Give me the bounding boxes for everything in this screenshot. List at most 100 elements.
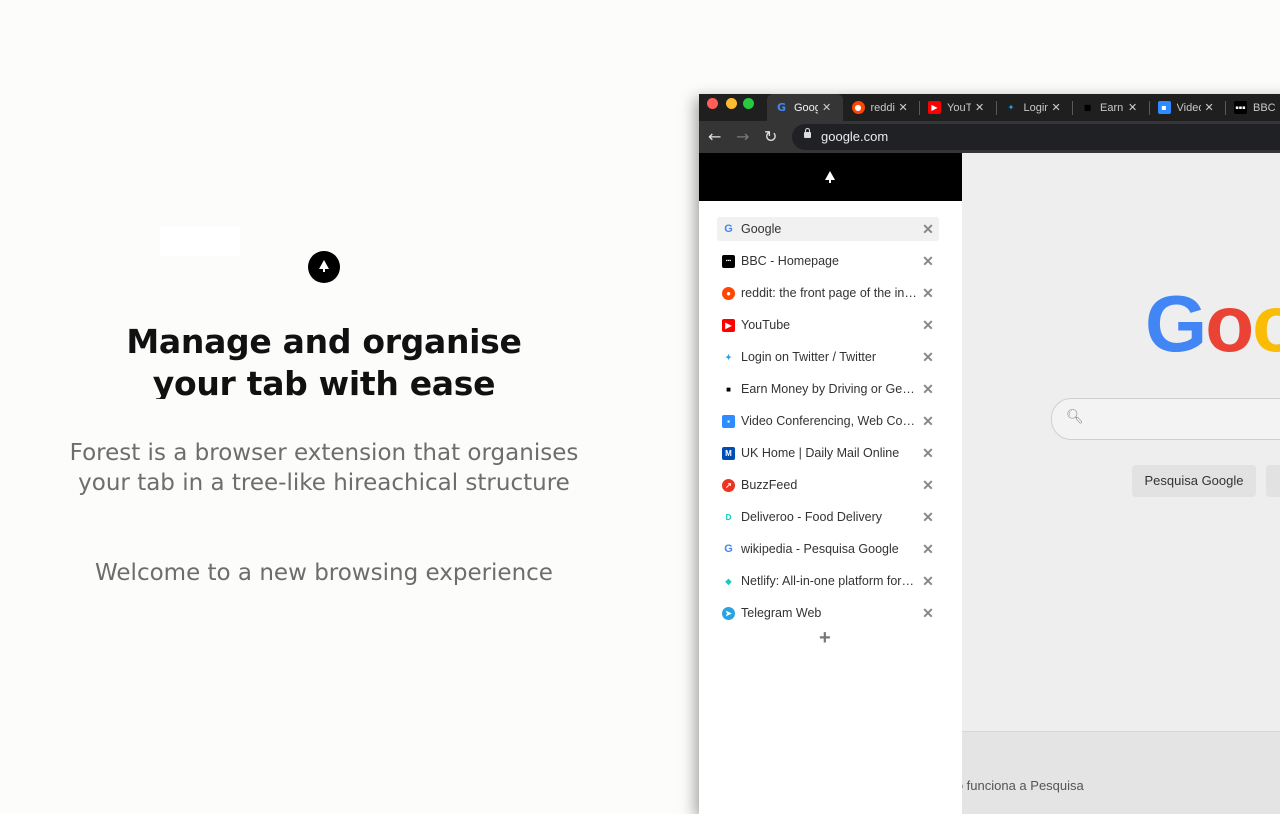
youtube-icon: ▶ xyxy=(722,318,735,332)
close-icon[interactable]: ✕ xyxy=(921,349,935,366)
tab-close-icon[interactable]: ✕ xyxy=(899,101,908,114)
browser-tab[interactable]: G Google ✕ xyxy=(767,94,843,121)
tab-separator xyxy=(1148,101,1150,115)
forest-header xyxy=(699,153,962,201)
tree-item[interactable]: M UK Home | Daily Mail Online ✕ xyxy=(717,437,939,469)
tab-tree: G Google ✕ ▪▪▪ BBC - Homepage ✕ ● reddit: the f… xyxy=(717,213,939,629)
browser-tab[interactable]: ■ Earn Money ✕ xyxy=(1073,94,1149,121)
intro-panel: Manage and organise your tab with ease F… xyxy=(0,0,648,800)
close-window-button[interactable] xyxy=(707,98,718,109)
tab-separator xyxy=(1225,101,1226,115)
tree-item[interactable]: ▪ Video Conferencing, Web Conferencing | … xyxy=(717,405,939,437)
tab-close-icon[interactable]: ✕ xyxy=(1205,101,1214,114)
tree-item-label: Netlify: All-in-one platform for automat… xyxy=(741,574,917,588)
tab-close-icon[interactable]: ✕ xyxy=(1052,101,1061,114)
tree-item[interactable]: D Deliveroo - Food Delivery ✕ xyxy=(717,501,939,533)
browser-tab[interactable]: ▪ Video Conferencing ✕ xyxy=(1150,94,1226,121)
twitter-icon: ✦ xyxy=(1007,103,1015,112)
close-icon[interactable]: ✕ xyxy=(921,477,935,494)
browser-tab-label: Video Conferencing xyxy=(1176,101,1201,114)
lucky-button[interactable] xyxy=(1266,465,1280,497)
close-icon[interactable]: ✕ xyxy=(921,413,935,430)
browser-tab-label: BBC xyxy=(1253,101,1276,114)
tree-item-label: Earn Money by Driving or Get a Ride Now … xyxy=(741,382,917,396)
tree-item[interactable]: G Google ✕ xyxy=(717,213,939,245)
google-icon: G xyxy=(724,223,733,235)
browser-tab[interactable]: ▪▪▪ BBC xyxy=(1226,94,1280,121)
tree-item-label: Deliveroo - Food Delivery xyxy=(741,510,883,524)
forest-panel: G Google ✕ ▪▪▪ BBC - Homepage ✕ ● reddit: the f… xyxy=(699,153,962,814)
browser-tab-label: Earn Money xyxy=(1100,101,1124,114)
tab-separator xyxy=(995,101,997,115)
buzzfeed-icon: ↗ xyxy=(722,478,735,492)
tab-separator xyxy=(1072,101,1073,115)
google-search-button[interactable]: Pesquisa Google xyxy=(1132,465,1256,497)
browser-tab[interactable]: ▶ YouTube ✕ xyxy=(920,94,996,121)
address-url[interactable]: google.com xyxy=(821,129,888,144)
bbc-icon: ▪▪▪ xyxy=(722,254,735,268)
browser-tab[interactable]: ✦ Login on Twitter ✕ xyxy=(997,94,1073,121)
close-icon[interactable]: ✕ xyxy=(921,253,935,270)
tree-icon xyxy=(308,251,340,283)
youtube-icon: ▶ xyxy=(928,101,941,114)
dailymail-icon: M xyxy=(722,446,735,460)
close-icon[interactable]: ✕ xyxy=(921,445,935,462)
google-logo: Goo xyxy=(1145,279,1280,368)
close-icon[interactable]: ✕ xyxy=(921,285,935,302)
tree-item-label: YouTube xyxy=(741,318,791,332)
google-search-input[interactable]: 🔍︎ xyxy=(1051,398,1280,440)
lock-icon xyxy=(804,128,811,138)
tree-item-label: Telegram Web xyxy=(741,606,822,620)
browser-toolbar: ← → ↻ google.com xyxy=(699,121,1280,153)
faded-logo xyxy=(160,226,240,256)
reload-icon[interactable]: ↻ xyxy=(764,127,777,146)
close-icon[interactable]: ✕ xyxy=(921,381,935,398)
tree-item[interactable]: ■ Earn Money by Driving or Get a Ride Now… xyxy=(717,373,939,405)
tree-item[interactable]: ▶ YouTube ✕ xyxy=(717,309,939,341)
browser-tab-label: Login on Twitter xyxy=(1023,101,1048,114)
tree-item[interactable]: ↗ BuzzFeed ✕ xyxy=(717,469,939,501)
close-icon[interactable]: ✕ xyxy=(921,509,935,526)
close-icon[interactable]: ✕ xyxy=(921,541,935,558)
zoom-icon: ▪ xyxy=(1157,101,1171,114)
search-icon: 🔍︎ xyxy=(1066,409,1084,425)
close-icon[interactable]: ✕ xyxy=(921,221,935,238)
uber-icon: ■ xyxy=(726,384,731,394)
address-bar[interactable]: google.com xyxy=(792,124,1280,150)
twitter-icon: ✦ xyxy=(725,352,732,362)
reddit-icon: ● xyxy=(851,101,865,114)
close-icon[interactable]: ✕ xyxy=(921,317,935,334)
tab-close-icon[interactable]: ✕ xyxy=(822,101,831,114)
maximize-window-button[interactable] xyxy=(743,98,754,109)
tree-item[interactable]: Gwikipedia - Pesquisa Google ✕ xyxy=(717,533,939,565)
tab-separator xyxy=(919,101,920,115)
close-icon[interactable]: ✕ xyxy=(921,573,935,590)
minimize-window-button[interactable] xyxy=(726,98,737,109)
browser-tab-label: YouTube xyxy=(947,101,971,114)
google-icon: G xyxy=(724,543,733,555)
browser-tab[interactable]: ● reddit ✕ xyxy=(844,94,920,121)
close-icon[interactable]: ✕ xyxy=(921,605,935,622)
tree-item[interactable]: ➤ Telegram Web ✕ xyxy=(717,597,939,629)
tab-close-icon[interactable]: ✕ xyxy=(1128,101,1137,114)
tree-item[interactable]: ▪▪▪ BBC - Homepage ✕ xyxy=(717,245,939,277)
tree-item[interactable]: ✦ Login on Twitter / Twitter ✕ xyxy=(717,341,939,373)
back-arrow-icon[interactable]: ← xyxy=(708,127,721,146)
uber-icon: ■ xyxy=(1083,103,1092,112)
add-tab-button[interactable]: + xyxy=(819,627,831,650)
tree-item[interactable]: ◆ Netlify: All-in-one platform for automa… xyxy=(717,565,939,597)
tree-item[interactable]: ● reddit: the front page of the internet ✕ xyxy=(717,277,939,309)
browser-tab-label: reddit xyxy=(870,101,895,114)
netlify-icon: ◆ xyxy=(725,576,732,586)
tab-strip: G Google ✕ ● reddit ✕ ▶ YouTube ✕ ✦ Login on Twitt… xyxy=(699,94,1280,121)
welcome-text: Welcome to a new browsing experience xyxy=(95,560,553,586)
footer-link[interactable]: mo funciona a Pesquisa xyxy=(945,778,1084,793)
tree-item-label: Login on Twitter / Twitter xyxy=(741,350,877,364)
forward-arrow-icon[interactable]: → xyxy=(736,127,749,146)
tree-item-label: wikipedia - Pesquisa Google xyxy=(741,542,899,556)
tab-close-icon[interactable]: ✕ xyxy=(975,101,984,114)
tree-item-label: UK Home | Daily Mail Online xyxy=(741,446,900,460)
browser-window: G Google ✕ ● reddit ✕ ▶ YouTube ✕ ✦ Login on Twitt… xyxy=(699,94,1280,814)
bbc-icon: ▪▪▪ xyxy=(1234,101,1247,114)
google-icon: G xyxy=(776,101,787,114)
